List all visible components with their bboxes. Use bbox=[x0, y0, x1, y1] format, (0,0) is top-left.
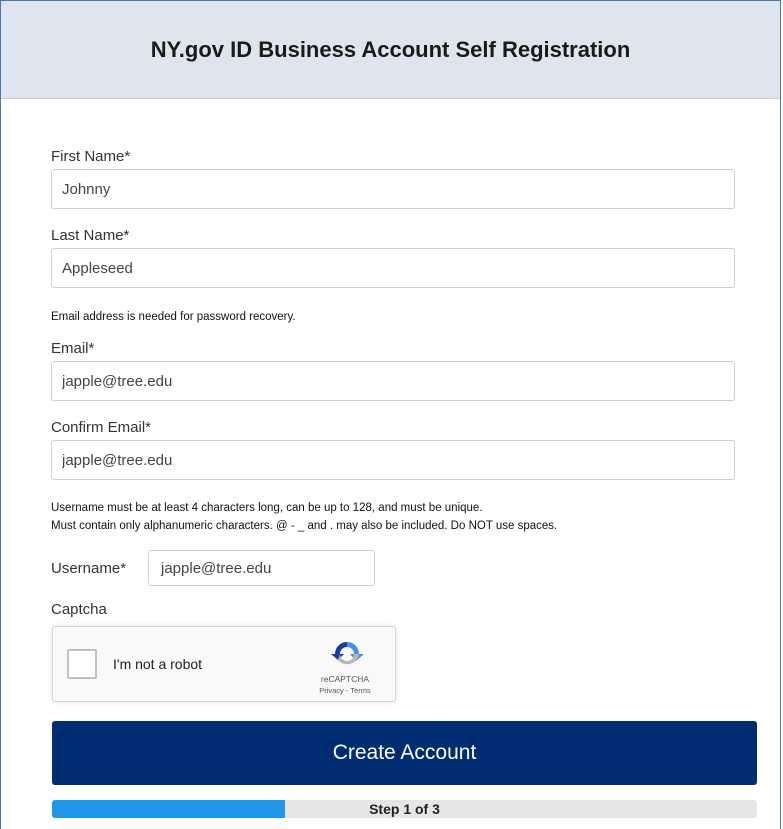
page-header: NY.gov ID Business Account Self Registra… bbox=[1, 1, 780, 99]
recaptcha-checkbox-label: I'm not a robot bbox=[113, 656, 203, 672]
confirm-email-label: Confirm Email* bbox=[51, 419, 152, 436]
recaptcha-widget: I'm not a robot reCAPTCHA Privacy - Term… bbox=[52, 626, 396, 702]
email-label: Email* bbox=[51, 340, 95, 357]
confirm-email-field[interactable] bbox=[51, 440, 735, 480]
last-name-field[interactable] bbox=[51, 248, 735, 288]
username-field[interactable] bbox=[148, 550, 375, 586]
page-title: NY.gov ID Business Account Self Registra… bbox=[150, 36, 631, 62]
registration-panel bbox=[0, 0, 781, 829]
recaptcha-brand: reCAPTCHA bbox=[320, 674, 370, 684]
username-note-line1: Username must be at least 4 characters l… bbox=[51, 502, 483, 514]
step-progress-label: Step 1 of 3 bbox=[369, 801, 440, 817]
email-note: Email address is needed for password rec… bbox=[51, 311, 296, 323]
step-progress-bar: Step 1 of 3 bbox=[52, 800, 757, 818]
email-field[interactable] bbox=[51, 361, 735, 401]
create-account-button[interactable]: Create Account bbox=[52, 721, 757, 785]
captcha-label: Captcha bbox=[51, 601, 107, 618]
first-name-label: First Name* bbox=[51, 148, 131, 165]
recaptcha-checkbox[interactable] bbox=[67, 649, 97, 679]
recaptcha-privacy-terms-links[interactable]: Privacy - Terms bbox=[305, 686, 385, 695]
last-name-label: Last Name* bbox=[51, 227, 130, 244]
recaptcha-logo-icon bbox=[331, 642, 364, 665]
first-name-field[interactable] bbox=[51, 169, 735, 209]
username-label: Username* bbox=[51, 560, 127, 577]
username-note-line2: Must contain only alphanumeric character… bbox=[51, 520, 558, 532]
